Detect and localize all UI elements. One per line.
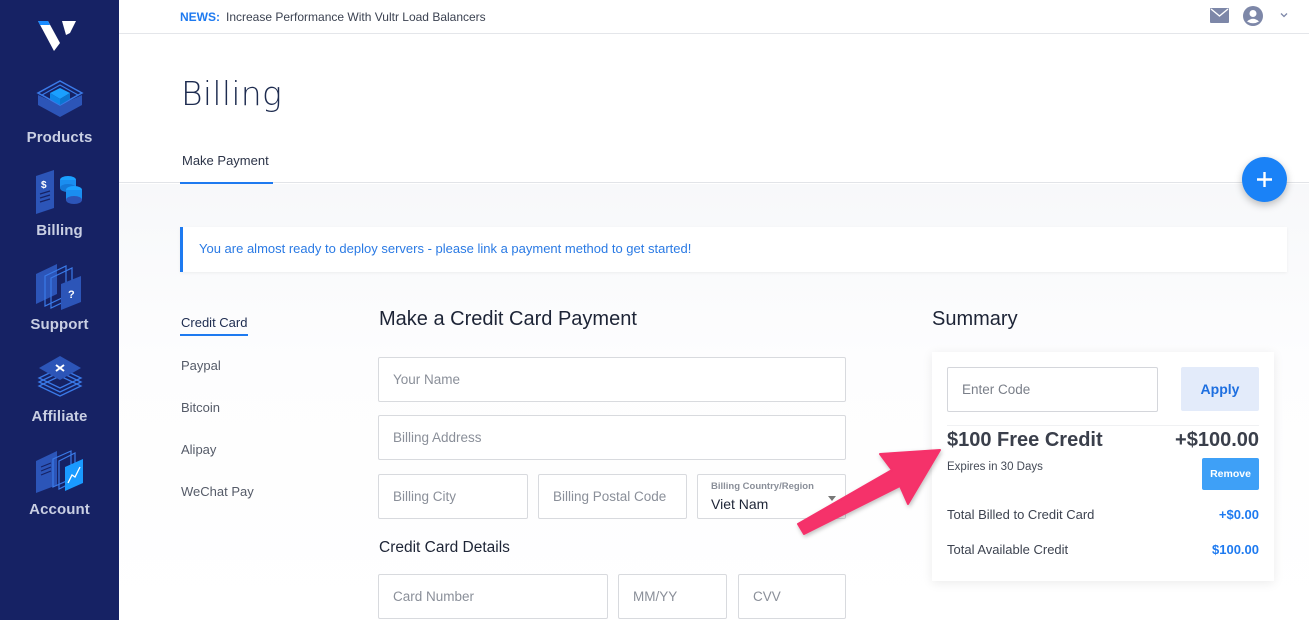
- cvv-input[interactable]: CVV: [738, 574, 846, 619]
- card-number-input[interactable]: Card Number: [378, 574, 608, 619]
- active-method-indicator: [180, 334, 248, 336]
- sidebar-item-affiliate[interactable]: Affiliate: [0, 354, 119, 442]
- sidebar-item-label: Account: [29, 501, 90, 518]
- payment-method-paypal[interactable]: Paypal: [181, 358, 221, 373]
- tab-bar: Make Payment: [119, 140, 1309, 184]
- sidebar-item-label: Support: [30, 316, 89, 333]
- select-value: Viet Nam: [711, 496, 769, 512]
- user-icon[interactable]: [1243, 6, 1263, 26]
- credit-amount: +$100.00: [1175, 429, 1259, 451]
- support-icon: ?: [36, 264, 81, 310]
- info-alert: You are almost ready to deploy servers -…: [180, 227, 1287, 272]
- top-bar: NEWS: Increase Performance With Vultr Lo…: [119, 0, 1309, 34]
- tab-make-payment[interactable]: Make Payment: [180, 140, 273, 184]
- placeholder: Billing Postal Code: [553, 489, 667, 504]
- payment-method-label: Credit Card: [181, 315, 248, 330]
- svg-text:?: ?: [68, 289, 75, 301]
- sidebar-item-billing[interactable]: $ Billing: [0, 168, 119, 256]
- billing-city-input[interactable]: Billing City: [378, 474, 528, 519]
- mail-icon[interactable]: [1210, 8, 1229, 23]
- placeholder: CVV: [753, 589, 781, 604]
- divider: [947, 425, 1259, 426]
- card-details-title: Credit Card Details: [379, 539, 510, 556]
- payment-method-wechat-pay[interactable]: WeChat Pay: [181, 484, 254, 499]
- sidebar-item-support[interactable]: ? Support: [0, 262, 119, 350]
- placeholder: Billing City: [393, 489, 457, 504]
- payment-method-credit-card[interactable]: Credit Card: [180, 315, 248, 336]
- total-billed-label: Total Billed to Credit Card: [947, 507, 1095, 522]
- expiry-input[interactable]: MM/YY: [618, 574, 727, 619]
- summary-card: Enter Code Apply $100 Free Credit +$100.…: [932, 352, 1274, 581]
- add-button[interactable]: [1242, 157, 1287, 202]
- plus-icon: [1257, 172, 1272, 187]
- placeholder: MM/YY: [633, 589, 678, 604]
- news-label: NEWS:: [180, 10, 220, 24]
- sidebar-item-label: Products: [26, 129, 93, 146]
- placeholder: Your Name: [393, 372, 461, 387]
- button-label: Apply: [1200, 381, 1240, 397]
- placeholder: Enter Code: [962, 382, 1031, 397]
- total-available-value: $100.00: [1212, 542, 1259, 557]
- tab-label: Make Payment: [182, 153, 269, 168]
- payment-method-bitcoin[interactable]: Bitcoin: [181, 400, 220, 415]
- payment-method-label: WeChat Pay: [181, 484, 254, 499]
- alert-text: You are almost ready to deploy servers -…: [199, 241, 692, 256]
- sidebar-item-label: Affiliate: [31, 408, 88, 425]
- sidebar-item-account[interactable]: Account: [0, 447, 119, 535]
- placeholder: Billing Address: [393, 430, 482, 445]
- sidebar-item-label: Billing: [36, 222, 83, 239]
- placeholder: Card Number: [393, 589, 475, 604]
- total-billed-value: +$0.00: [1218, 507, 1259, 522]
- chevron-down-icon[interactable]: [1279, 11, 1289, 19]
- payment-method-label: Alipay: [181, 442, 217, 457]
- payment-method-alipay[interactable]: Alipay: [181, 442, 216, 457]
- page-title: Billing: [181, 74, 283, 113]
- svg-text:$: $: [41, 180, 47, 191]
- promo-code-input[interactable]: Enter Code: [947, 367, 1158, 412]
- news-link[interactable]: Increase Performance With Vultr Load Bal…: [226, 10, 486, 24]
- caret-down-icon: [828, 496, 836, 501]
- credit-expiry: Expires in 30 Days: [947, 461, 1043, 473]
- products-icon: [36, 80, 84, 117]
- account-icon: [36, 450, 83, 493]
- billing-postal-code-input[interactable]: Billing Postal Code: [538, 474, 687, 519]
- select-label: Billing Country/Region: [711, 481, 814, 492]
- sidebar-item-products[interactable]: Products: [0, 75, 119, 163]
- form-title: Make a Credit Card Payment: [379, 308, 637, 330]
- payment-method-label: Bitcoin: [181, 400, 221, 415]
- summary-title: Summary: [932, 308, 1018, 330]
- remove-button[interactable]: Remove: [1202, 458, 1259, 490]
- billing-country-select[interactable]: Billing Country/Region Viet Nam: [697, 474, 846, 519]
- apply-button[interactable]: Apply: [1181, 367, 1259, 411]
- billing-address-input[interactable]: Billing Address: [378, 415, 846, 460]
- billing-icon: $: [36, 170, 82, 214]
- vultr-logo[interactable]: [36, 17, 80, 53]
- credit-name: $100 Free Credit: [947, 429, 1103, 451]
- total-available-label: Total Available Credit: [947, 542, 1069, 557]
- button-label: Remove: [1210, 468, 1251, 480]
- affiliate-icon: [37, 356, 83, 397]
- name-input[interactable]: Your Name: [378, 357, 846, 402]
- payment-method-label: Paypal: [181, 358, 221, 373]
- sidebar: Products $ Billing ? Support Affiliate A…: [0, 0, 119, 620]
